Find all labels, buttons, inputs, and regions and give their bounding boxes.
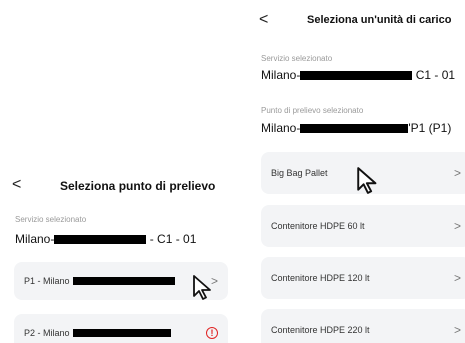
service-label: Servizio selezionato	[261, 54, 333, 63]
pickup-point-value-suffix: 'P1 (P1)	[408, 121, 452, 135]
pickup-item-label: P2 - Milano	[24, 328, 171, 338]
back-icon[interactable]: <	[259, 12, 268, 28]
chevron-right-icon: >	[453, 219, 461, 233]
load-unit-item-label: Contenitore HDPE 60 lt	[271, 221, 365, 231]
load-unit-item-hdpe-220[interactable]: Contenitore HDPE 220 lt >	[261, 309, 465, 343]
pickup-item-text: P2 - Milano	[24, 328, 70, 338]
load-unit-item-hdpe-120[interactable]: Contenitore HDPE 120 lt >	[261, 257, 465, 299]
redaction-bar	[300, 124, 409, 134]
load-unit-item-hdpe-60[interactable]: Contenitore HDPE 60 lt >	[261, 205, 465, 247]
load-unit-item-label: Contenitore HDPE 120 lt	[271, 273, 370, 283]
chevron-right-icon: >	[453, 166, 461, 180]
mouse-pointer-icon	[357, 167, 377, 194]
redaction-bar	[54, 235, 147, 245]
load-unit-screen: < Seleziona un'unità di carico Servizio …	[247, 0, 465, 343]
pickup-item-p2[interactable]: P2 - Milano !	[14, 314, 228, 343]
chevron-right-icon: >	[453, 323, 461, 337]
pickup-point-value-prefix: Milano-	[261, 121, 301, 135]
alert-circle-icon: !	[206, 327, 218, 339]
page-title: Seleziona un'unità di carico	[307, 14, 452, 26]
pickup-item-text: P1 - Milano	[24, 276, 70, 286]
load-unit-item-label: Contenitore HDPE 220 lt	[271, 325, 370, 335]
load-unit-item-label: Big Bag Pallet	[271, 168, 328, 178]
page-title: Seleziona punto di prelievo	[60, 179, 216, 193]
back-icon[interactable]: <	[12, 177, 21, 193]
pickup-point-value: Milano- 'P1 (P1)	[261, 121, 451, 135]
pickup-item-label: P1 - Milano	[24, 276, 175, 286]
service-value-prefix: Milano-	[15, 232, 55, 246]
service-value: Milano- - C1 - 01	[15, 232, 196, 246]
redaction-bar	[72, 329, 171, 337]
service-value: Milano- C1 - 01	[261, 68, 455, 82]
chevron-right-icon: >	[453, 271, 461, 285]
redaction-bar	[72, 277, 175, 285]
service-value-prefix: Milano-	[261, 68, 301, 82]
redaction-bar	[300, 71, 413, 81]
mouse-pointer-icon	[193, 275, 211, 300]
service-value-suffix: - C1 - 01	[146, 232, 197, 246]
pickup-point-screen: < Seleziona punto di prelievo Servizio s…	[0, 0, 240, 343]
pickup-point-label: Punto di prelievo selezionato	[261, 106, 364, 115]
service-value-suffix: C1 - 01	[412, 68, 456, 82]
service-label: Servizio selezionato	[15, 215, 87, 224]
